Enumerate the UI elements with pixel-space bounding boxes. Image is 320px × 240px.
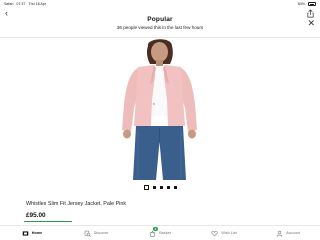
carousel-dot-1[interactable] bbox=[143, 185, 149, 190]
product-name: Whistles Slim Fit Jersey Jacket, Pale Pi… bbox=[26, 201, 127, 207]
tab-wishlist-label: Wish List bbox=[221, 231, 237, 235]
close-icon[interactable]: ✕ bbox=[307, 19, 315, 28]
product-image[interactable] bbox=[98, 38, 221, 180]
status-bar: Safari 07:37 Thu 18 Apr 84% bbox=[0, 0, 320, 8]
battery-percent: 84% bbox=[297, 2, 305, 6]
basket-count-badge: 2 bbox=[153, 226, 158, 231]
status-date: Thu 18 Apr bbox=[28, 2, 46, 6]
home-icon bbox=[22, 230, 29, 236]
status-carrier: Safari bbox=[4, 2, 14, 6]
heart-icon bbox=[211, 230, 218, 236]
price-underline bbox=[24, 221, 72, 223]
banner-title: Popular bbox=[147, 16, 173, 23]
popular-banner: Popular 36 people viewed this in the las… bbox=[0, 16, 320, 30]
image-carousel-dots[interactable] bbox=[0, 185, 320, 190]
tab-home[interactable]: Home bbox=[0, 226, 64, 240]
product-photo bbox=[122, 39, 197, 180]
tab-discover[interactable]: Discover bbox=[64, 226, 128, 240]
battery-icon bbox=[308, 2, 316, 6]
tab-account[interactable]: Account bbox=[256, 226, 320, 240]
carousel-dot-5[interactable] bbox=[173, 186, 177, 189]
discover-icon bbox=[84, 230, 91, 237]
banner-subtitle: 36 people viewed this in the last few ho… bbox=[116, 25, 204, 30]
account-icon bbox=[276, 230, 283, 237]
carousel-dot-2[interactable] bbox=[152, 186, 156, 189]
status-time: 07:37 bbox=[16, 2, 26, 6]
tab-wishlist[interactable]: Wish List bbox=[192, 226, 256, 240]
carousel-dot-3[interactable] bbox=[159, 186, 163, 189]
product-price: £95.00 bbox=[26, 212, 46, 219]
tab-home-label: Home bbox=[31, 231, 43, 235]
bottom-tab-bar: Home Discover 2 Basket Wish List Account bbox=[0, 225, 320, 240]
share-icon[interactable] bbox=[306, 9, 315, 18]
tab-discover-label: Discover bbox=[93, 231, 109, 235]
tab-basket-label: Basket bbox=[159, 231, 171, 235]
tab-basket[interactable]: 2 Basket bbox=[128, 226, 192, 240]
top-bar: ‹ Popular 36 people viewed this in the l… bbox=[0, 8, 320, 38]
carousel-dot-4[interactable] bbox=[166, 186, 170, 189]
tab-account-label: Account bbox=[286, 231, 300, 235]
